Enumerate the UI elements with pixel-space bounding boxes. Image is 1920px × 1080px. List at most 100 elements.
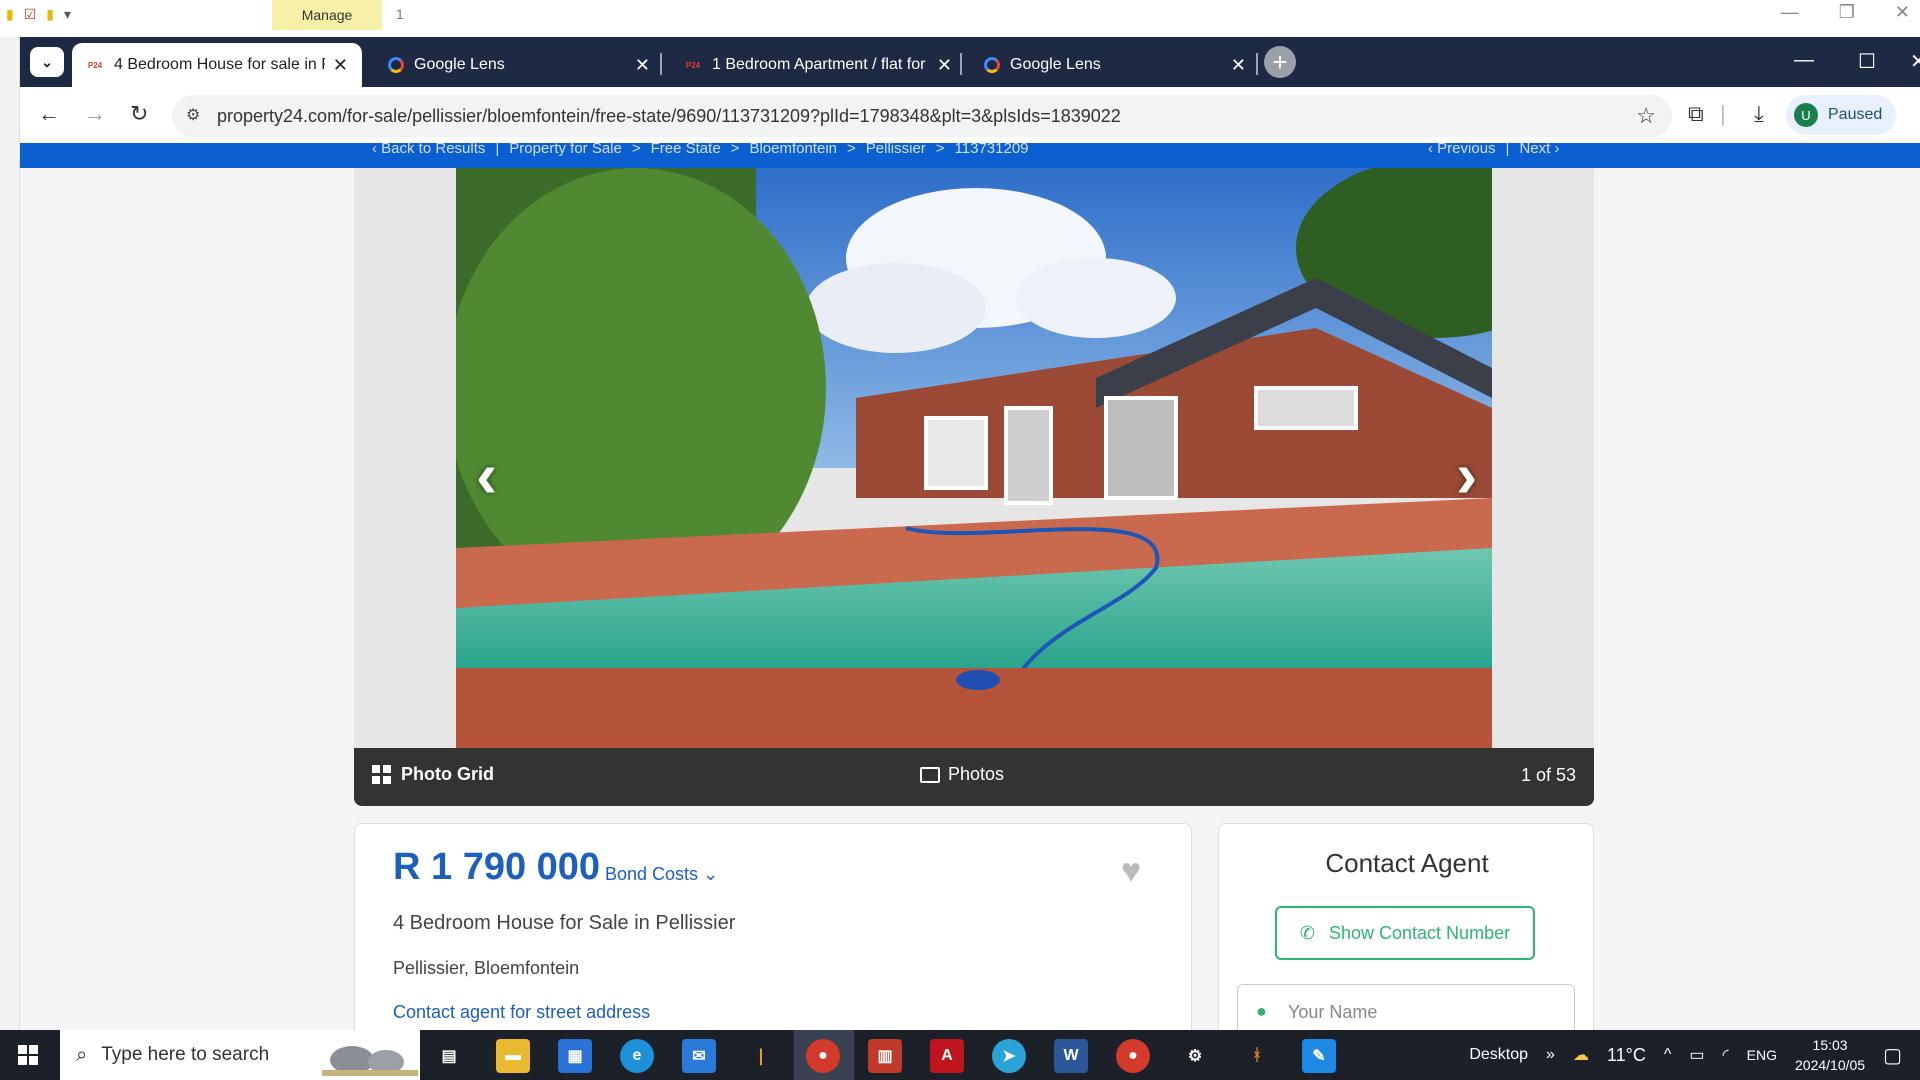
tab-separator [1256,53,1258,75]
browser-toolbar: ← → ↻ ⚙ property24.com/for-sale/pellissi… [20,87,1920,143]
minimize-icon[interactable]: — [1781,2,1799,23]
tab-google-lens-1[interactable]: Google Lens ✕ [374,43,664,87]
close-icon[interactable]: ✕ [1895,2,1910,23]
site-info-icon[interactable]: ⚙ [186,105,200,125]
notifications-icon[interactable]: ▢ [1883,1043,1902,1068]
edge-browser-icon[interactable]: e [620,1039,654,1073]
profile-status: Paused [1828,106,1883,123]
explorer-count: 1 [396,6,404,22]
new-tab-button[interactable]: + [1264,46,1296,78]
breadcrumb-item-property-for-sale[interactable]: Property for Sale [509,143,622,157]
tab-title: 4 Bedroom House for sale in Pe [114,56,325,73]
close-tab-icon[interactable]: ✕ [333,55,348,76]
close-tab-icon[interactable]: ✕ [1231,55,1246,76]
wifi-icon[interactable]: ◜ [1722,1045,1728,1065]
address-bar[interactable]: ⚙ property24.com/for-sale/pellissier/blo… [172,95,1672,137]
bookmark-star-icon[interactable]: ☆ [1636,103,1656,129]
microsoft-store-icon[interactable]: ▦ [558,1039,592,1073]
minimize-icon[interactable]: — [1794,49,1814,72]
photo-grid-button[interactable]: Photo Grid [372,764,494,785]
forward-arrow-icon[interactable]: → [84,101,106,127]
properties-icon[interactable]: ☑ [24,6,37,23]
bond-costs-dropdown[interactable]: Bond Costs ⌄ [605,864,718,885]
extensions-icon[interactable]: ⧉ [1688,101,1704,127]
pager-separator: | [1505,143,1510,157]
customize-dropdown-icon[interactable]: ▾ [64,6,71,23]
previous-link[interactable]: ‹ Previous [1428,143,1496,157]
chevron-down-icon: ⌄ [41,53,53,70]
breadcrumb-separator: > [935,143,945,157]
photo-gallery: ‹ › Photo Grid Photos 1 of 53 [354,168,1594,806]
tab-property24-apartment[interactable]: P24 1 Bedroom Apartment / flat for ✕ [670,43,966,87]
back-arrow-icon[interactable]: ← [38,101,60,127]
chrome-icon[interactable]: ● [806,1039,840,1073]
chevron-down-icon: ⌄ [703,864,719,884]
weather-cloud-icon[interactable]: ☁ [1573,1045,1589,1065]
language-indicator[interactable]: ENG [1747,1047,1777,1063]
clock[interactable]: 15:03 2024/10/05 [1795,1035,1865,1075]
previous-photo-icon[interactable]: ‹ [476,438,497,512]
listing-pager: ‹ Previous | Next › [1428,143,1559,157]
restore-icon[interactable]: ❐ [1839,2,1855,23]
breadcrumb-bar: ‹ Back to Results | Property for Sale > … [20,143,1920,168]
next-link[interactable]: Next › [1519,143,1559,157]
mail-icon[interactable]: ✉ [682,1039,716,1073]
pin-app-icon[interactable]: ❘ [744,1039,778,1073]
person-icon: ● [1256,1001,1267,1021]
task-view-icon[interactable]: ▤ [432,1039,466,1073]
taskbar-search-placeholder: Type here to search [101,1044,270,1065]
profile-button[interactable]: U Paused [1786,95,1897,135]
word-icon[interactable]: W [1054,1039,1088,1073]
tab-search-button[interactable]: ⌄ [30,47,64,77]
next-label: Next [1519,143,1551,157]
telegram-icon[interactable]: ➤ [992,1039,1026,1073]
new-folder-icon[interactable]: ▮ [46,6,54,23]
desktop-toolbar-label[interactable]: Desktop [1469,1046,1528,1064]
reload-icon[interactable]: ↻ [130,101,148,127]
battery-icon[interactable]: ▭ [1689,1045,1704,1065]
show-contact-number-button[interactable]: ✆ Show Contact Number [1275,906,1535,960]
clock-date: 2024/10/05 [1795,1057,1866,1073]
paint-app-icon[interactable]: ✎ [1302,1039,1336,1073]
acrobat-icon[interactable]: A [930,1039,964,1073]
windows-start-icon[interactable] [18,1045,38,1065]
listing-location: Pellissier, Bloemfontein [393,958,580,978]
street-address-link[interactable]: Contact agent for street address [393,1002,650,1023]
breadcrumb-item-free-state[interactable]: Free State [651,143,721,157]
settings-gear-icon[interactable]: ⚙ [1178,1039,1212,1073]
your-name-input[interactable] [1288,995,1558,1029]
quick-access-toolbar: ▮ ☑ ▮ ▾ [6,6,71,23]
back-to-results-link[interactable]: ‹ Back to Results [372,143,485,157]
tab-google-lens-2[interactable]: Google Lens ✕ [970,43,1260,87]
maximize-icon[interactable]: ☐ [1858,49,1876,74]
system-tray: Desktop » ☁ 11°C ^ ▭ ◜ ENG 15:03 2024/10… [1469,1030,1920,1080]
photos-button[interactable]: Photos [920,764,1004,785]
listing-photo[interactable] [456,168,1492,748]
file-explorer-icon[interactable]: ▬ [496,1039,530,1073]
photo-grid-label: Photo Grid [401,764,494,784]
app-launcher-icon[interactable]: ᚼ [1240,1039,1274,1073]
tray-overflow-icon[interactable]: ^ [1664,1046,1672,1064]
manage-tab[interactable]: Manage [272,0,382,30]
breadcrumb-separator: > [730,143,740,157]
close-tab-icon[interactable]: ✕ [635,55,650,76]
back-to-results-label: Back to Results [381,143,486,157]
tab-property24-house[interactable]: P24 4 Bedroom House for sale in Pe ✕ [72,43,362,87]
breadcrumb-item-bloemfontein[interactable]: Bloemfontein [749,143,837,157]
url-text[interactable]: property24.com/for-sale/pellissier/bloem… [217,106,1121,127]
download-icon[interactable]: ⤓ [1754,101,1764,127]
close-window-icon[interactable]: ✕ [1910,49,1920,74]
winrar-icon[interactable]: ▥ [868,1039,902,1073]
chrome-profile-icon[interactable]: ● [1116,1039,1150,1073]
chevron-double-right-icon[interactable]: » [1546,1046,1555,1064]
close-tab-icon[interactable]: ✕ [937,55,952,76]
favourite-heart-icon[interactable]: ♥ [1121,852,1141,891]
breadcrumb-separator: > [631,143,641,157]
weather-temperature[interactable]: 11°C [1607,1045,1646,1066]
folder-icon[interactable]: ▮ [6,6,14,23]
next-photo-icon[interactable]: › [1456,438,1477,512]
breadcrumb-item-pellissier[interactable]: Pellissier [866,143,926,157]
tab-title: 1 Bedroom Apartment / flat for [712,56,926,73]
gallery-controls: Photo Grid Photos 1 of 53 [354,748,1594,806]
listing-price: R 1 790 000 [393,846,601,888]
